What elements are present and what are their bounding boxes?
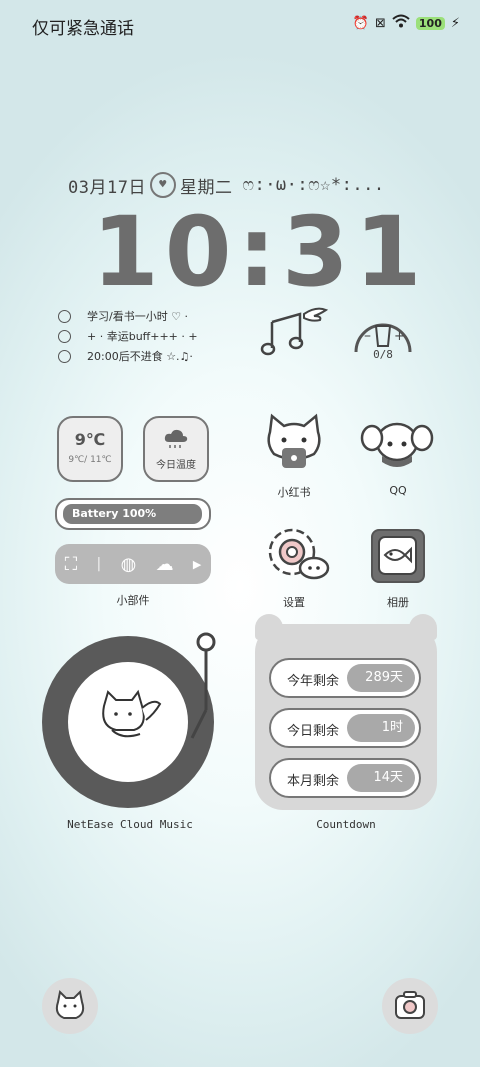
ear-decoration [409,614,437,640]
app-label: QQ [389,484,407,497]
settings-app-icon[interactable] [262,524,332,584]
todo-item[interactable]: + · 幸运buff+++ · + [58,328,198,344]
sim-icon: ⊠ [374,15,386,31]
water-count: 0/8 [373,348,393,361]
weather-temp-widget[interactable]: 9℃ 9℃/ 11℃ [57,416,123,482]
checkbox-icon[interactable] [58,329,71,343]
heart-clock-icon: ♥ [149,172,176,198]
svg-text:–: – [364,328,371,344]
divider: | [96,556,102,572]
todo-item[interactable]: 20:00后不进食 ☆.♫· [58,348,193,364]
camera-icon [395,991,425,1019]
temp-range: 9℃/ 11℃ [68,455,112,465]
countdown-widget-label: Countdown [316,818,376,831]
checkbox-icon[interactable] [58,349,71,363]
wifi-icon [392,14,410,32]
countdown-widget[interactable]: 今年剩余 289天 今日剩余 1时 本月剩余 14天 [255,614,437,810]
xiaohongshu-app-icon[interactable] [262,412,326,476]
countdown-row-day: 今日剩余 1时 [269,708,421,748]
cat-icon [55,989,85,1019]
app-label: 小红书 [277,486,311,499]
widget-group-label: 小部件 [116,594,150,607]
camera-shortcut-button[interactable] [382,978,438,1034]
ear-decoration [255,614,283,640]
todo-item[interactable]: 学习/看书一小时 ♡ · [58,308,188,324]
countdown-row-month: 本月剩余 14天 [269,758,421,798]
quick-actions-bar[interactable]: ⛶ | ◍ ☁ ▶ [55,544,211,584]
countdown-label: 今日剩余 [287,724,340,739]
scan-icon[interactable]: ⛶ [65,554,78,575]
charging-icon: ⚡ [450,15,460,31]
gallery-app-icon[interactable] [371,529,425,583]
battery-widget[interactable]: Battery 100% [55,498,211,530]
messenger-icon[interactable]: ◍ [121,554,137,575]
battery-icon: 100 [415,16,445,30]
countdown-label: 本月剩余 [287,774,340,789]
countdown-value: 1时 [347,714,415,742]
cloud-rain-icon [145,428,207,454]
music-player-widget[interactable] [42,628,220,816]
chevron-right-icon[interactable]: ▶ [193,558,201,571]
app-label: 相册 [387,596,409,609]
todo-text: + · 幸运buff+++ · + [87,330,198,343]
status-bar-title: 仅可紧急通话 [32,19,134,39]
current-temp: 9℃ [74,430,106,449]
todo-text: 学习/看书一小时 ♡ · [87,310,189,323]
weather-label: 今日温度 [156,460,196,471]
wechat-icon[interactable]: ☁ [156,554,174,575]
date-weekday: 星期二 [179,177,233,198]
date-day: 03月17日 [68,177,146,198]
countdown-value: 289天 [347,664,415,692]
flashlight-shortcut-button[interactable] [42,978,98,1034]
clock-time[interactable]: 10:31 [92,196,428,308]
weather-icon-widget[interactable]: 今日温度 [143,416,209,482]
qq-app-icon[interactable] [360,416,434,476]
battery-fill-bar: Battery 100% [63,504,202,524]
todo-text: 20:00后不进食 ☆.♫· [87,350,193,363]
checkbox-icon[interactable] [58,309,71,323]
alarm-icon: ⏰ [352,15,369,31]
svg-text:+: + [394,329,405,344]
music-note-wing-icon[interactable] [260,304,330,362]
water-tracker-widget[interactable]: – + 0/8 [350,306,416,366]
status-icons: ⏰ ⊠ 100 ⚡ [353,14,460,32]
date-line: 03月17日 ♥ 星期二 ෆ:·ω·:ෆ☆*:... [68,172,385,198]
music-widget-label: NetEase Cloud Music [67,818,193,831]
countdown-row-year: 今年剩余 289天 [269,658,421,698]
countdown-value: 14天 [347,764,415,792]
countdown-label: 今年剩余 [287,674,340,689]
kaomoji-text: ෆ:·ω·:ෆ☆*:... [242,175,385,195]
app-label: 设置 [283,596,305,609]
